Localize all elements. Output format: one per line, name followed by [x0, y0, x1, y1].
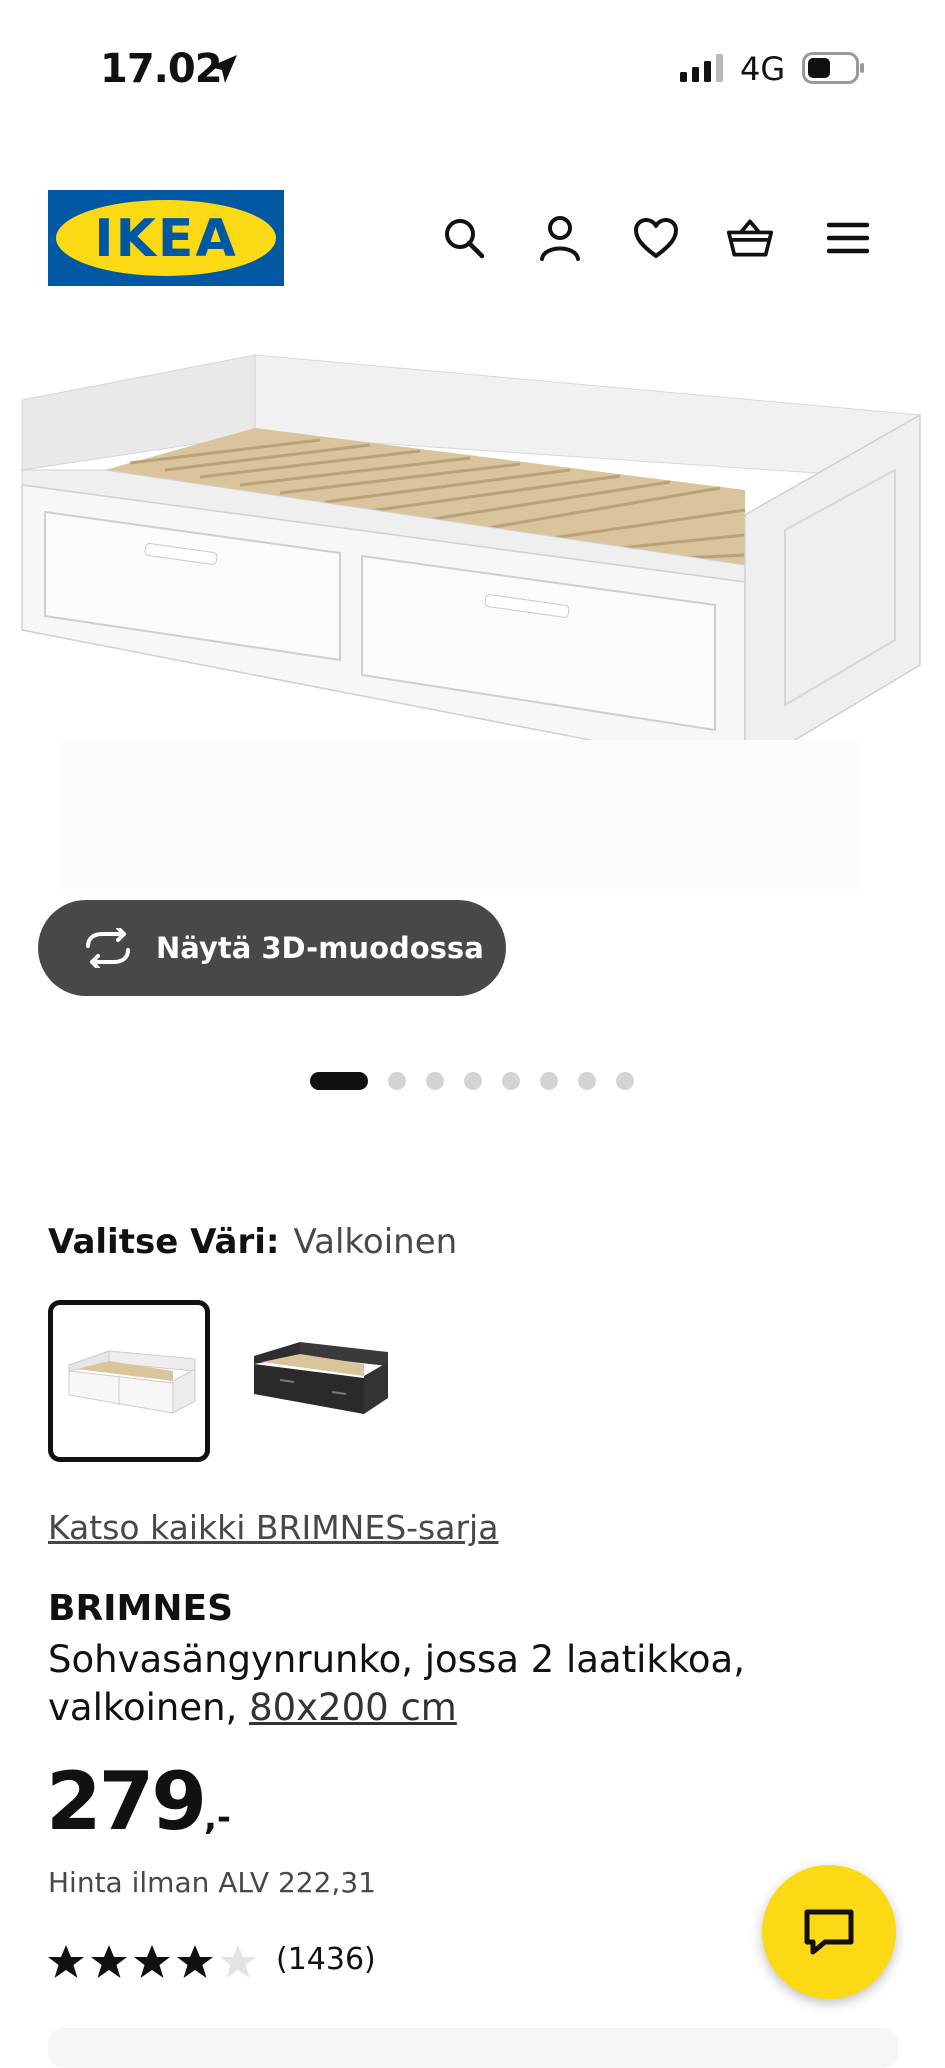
color-selector-label: Valitse Väri: Valkoinen — [48, 1222, 457, 1262]
status-bar: 17.02 4G — [0, 0, 945, 140]
color-value: Valkoinen — [293, 1222, 458, 1262]
rotate-3d-icon — [86, 928, 130, 968]
star-filled-icon — [177, 1945, 213, 1978]
next-section-card — [48, 2028, 898, 2068]
pagination-dot[interactable] — [502, 1072, 520, 1090]
pagination-dot-active[interactable] — [310, 1072, 368, 1090]
rating-stars[interactable] — [46, 1942, 261, 1982]
pagination-dot[interactable] — [616, 1072, 634, 1090]
menu-icon[interactable] — [824, 214, 872, 262]
search-icon[interactable] — [440, 214, 488, 262]
view-3d-button[interactable]: Näytä 3D-muodossa — [38, 900, 506, 996]
pagination-dot[interactable] — [464, 1072, 482, 1090]
product-size-link[interactable]: 80x200 cm — [249, 1686, 457, 1729]
color-label: Valitse Väri: — [48, 1222, 280, 1262]
product-price: 279,- — [46, 1762, 231, 1842]
product-image[interactable] — [0, 320, 945, 940]
price-decimal: ,- — [204, 1798, 232, 1838]
ikea-logo[interactable]: IKEA — [48, 190, 284, 286]
star-filled-icon — [134, 1945, 170, 1978]
color-option-black[interactable] — [240, 1300, 402, 1462]
pagination-dot[interactable] — [578, 1072, 596, 1090]
product-name: BRIMNES — [48, 1588, 234, 1629]
pagination-dot[interactable] — [426, 1072, 444, 1090]
cellular-signal-icon — [680, 54, 723, 82]
view-3d-label: Näytä 3D-muodossa — [156, 931, 484, 965]
battery-icon — [802, 52, 864, 84]
product-description: Sohvasängynrunko, jossa 2 laatikkoa, val… — [48, 1636, 768, 1732]
user-icon[interactable] — [536, 214, 584, 262]
chat-icon — [804, 1909, 854, 1955]
pagination-dot[interactable] — [540, 1072, 558, 1090]
star-empty-icon — [220, 1945, 256, 1978]
see-series-link[interactable]: Katso kaikki BRIMNES-sarja — [48, 1508, 498, 1547]
chat-button[interactable] — [762, 1865, 896, 1999]
review-count[interactable]: (1436) — [276, 1942, 376, 1977]
star-filled-icon — [48, 1945, 84, 1978]
heart-icon[interactable] — [632, 214, 680, 262]
location-arrow-icon — [209, 55, 237, 83]
site-header: IKEA — [0, 190, 945, 286]
price-main: 279 — [46, 1755, 207, 1848]
star-filled-icon — [91, 1945, 127, 1978]
status-time: 17.02 — [100, 46, 223, 92]
logo-text: IKEA — [94, 209, 237, 269]
gallery-pagination — [0, 1072, 945, 1092]
price-without-vat: Hinta ilman ALV 222,31 — [48, 1866, 376, 1899]
pagination-dot[interactable] — [388, 1072, 406, 1090]
color-option-white[interactable] — [48, 1300, 210, 1462]
basket-icon[interactable] — [726, 214, 774, 262]
network-type: 4G — [740, 50, 786, 88]
